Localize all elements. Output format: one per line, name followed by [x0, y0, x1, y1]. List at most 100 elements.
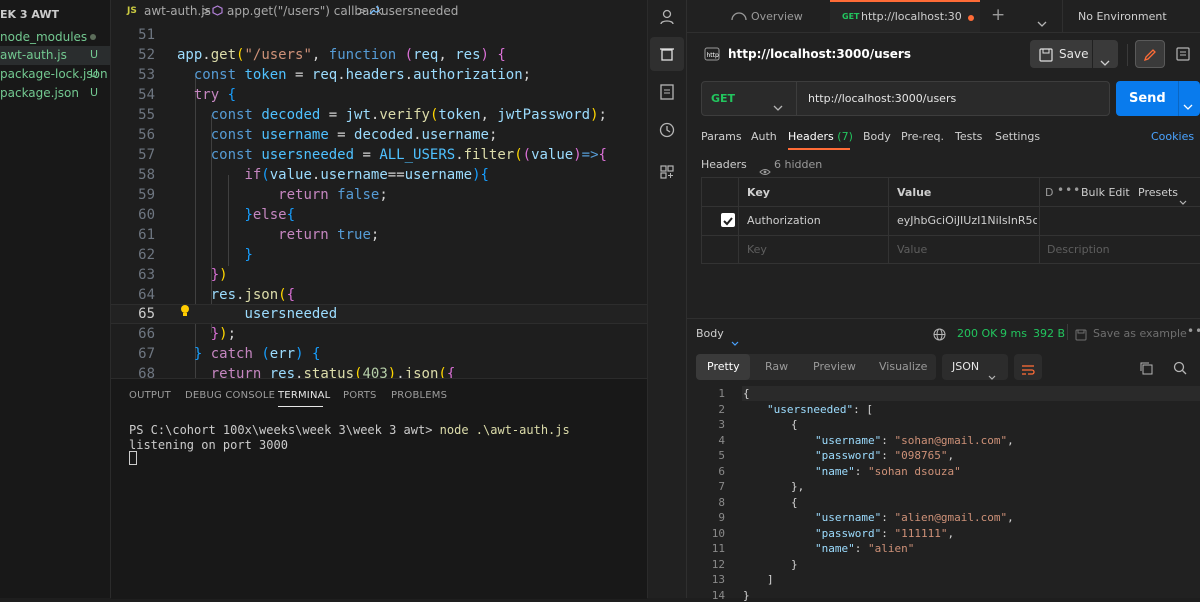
request-title[interactable]: http://localhost:3000/users: [728, 47, 911, 61]
tab-output[interactable]: OUTPUT: [129, 390, 171, 401]
chevron-down-icon[interactable]: [731, 331, 739, 350]
code-editor[interactable]: JS awt-auth.js > app.get("/users") callb…: [111, 0, 647, 378]
cookies-link[interactable]: Cookies: [1151, 130, 1194, 143]
save-split: [1092, 40, 1093, 68]
tab-headers[interactable]: Headers (7): [788, 130, 853, 143]
file-name: awt-auth.js: [0, 48, 67, 62]
tab-url: http://localhost:3000/u: [861, 10, 961, 23]
response-status[interactable]: 200 OK: [957, 327, 997, 340]
tab-tests[interactable]: Tests: [955, 130, 982, 143]
trash-icon[interactable]: [657, 44, 677, 64]
new-header-value-input[interactable]: Value: [897, 243, 927, 256]
file-explorer: EK 3 AWT node_modules awt-auth.js U pack…: [0, 0, 111, 598]
tab-method: GET: [842, 12, 860, 21]
breadcrumb: JS awt-auth.js > app.get("/users") callb…: [111, 0, 647, 22]
view-tab-raw[interactable]: Raw: [765, 360, 788, 373]
apps-grid-icon[interactable]: [657, 162, 677, 182]
lightbulb-icon[interactable]: [180, 303, 190, 317]
response-body-dropdown[interactable]: Body: [696, 327, 724, 340]
terminal-prompt: PS C:\cohort 100x\weeks\week 3\week 3 aw…: [129, 423, 440, 437]
document-icon[interactable]: [657, 82, 677, 102]
presets-button[interactable]: Presets: [1138, 186, 1178, 199]
response-divider: [687, 318, 1200, 319]
pencil-icon: [1143, 47, 1157, 66]
file-item-package-json[interactable]: package.json U: [0, 84, 110, 103]
documentation-icon[interactable]: [1175, 46, 1191, 66]
file-item-package-lock[interactable]: package-lock.json U: [0, 65, 110, 84]
chevron-down-icon[interactable]: [1183, 95, 1193, 114]
save-icon: [1039, 47, 1053, 66]
bottom-panel: OUTPUT DEBUG CONSOLE TERMINAL PORTS PROB…: [111, 378, 647, 599]
code-line: 66 });: [138, 326, 237, 342]
add-tab-button[interactable]: +: [991, 5, 1005, 25]
user-icon[interactable]: [657, 7, 677, 27]
send-button[interactable]: Send: [1129, 91, 1166, 106]
globe-icon[interactable]: [933, 326, 946, 345]
file-item-awt-auth[interactable]: awt-auth.js U: [0, 46, 110, 65]
wrap-lines-button[interactable]: [1014, 354, 1042, 380]
chevron-down-icon[interactable]: [1100, 51, 1110, 70]
view-tab-preview[interactable]: Preview: [813, 360, 856, 373]
url-input[interactable]: http://localhost:3000/users: [808, 92, 956, 105]
method-select[interactable]: GET: [711, 92, 735, 105]
tab-overview[interactable]: Overview: [751, 10, 803, 23]
tab-ports[interactable]: PORTS: [343, 390, 377, 401]
code-line: 61 return true;: [138, 227, 380, 243]
highlighted-line: [742, 386, 1200, 401]
save-button[interactable]: Save: [1059, 47, 1088, 61]
svg-text:http: http: [707, 52, 720, 59]
json-line: }: [743, 588, 750, 602]
header-key[interactable]: Authorization: [747, 214, 821, 227]
more-options-icon[interactable]: •••: [1057, 183, 1081, 197]
git-status: U: [89, 67, 98, 80]
column-separator: [701, 177, 702, 263]
column-header-value: Value: [897, 186, 932, 199]
postman-window: Overview GET http://localhost:3000/u + N…: [648, 0, 1200, 602]
header-value[interactable]: eyJhbGciOiJIUzI1NiIsInR5c...: [897, 214, 1037, 227]
response-json-viewer[interactable]: 1 2 3 4 5 6 7 8 9 10 11 12 13 14 { "user…: [687, 386, 1200, 602]
tab-debug-console[interactable]: DEBUG CONSOLE: [185, 390, 275, 401]
tab-prereq[interactable]: Pre-req.: [901, 130, 944, 143]
chevron-down-icon[interactable]: [1037, 12, 1047, 31]
json-line: {: [791, 418, 798, 431]
tab-auth[interactable]: Auth: [751, 130, 777, 143]
headers-count: (7): [837, 130, 853, 143]
url-bar-divider: [796, 82, 797, 115]
new-header-key-input[interactable]: Key: [747, 243, 767, 256]
format-select[interactable]: JSON: [942, 354, 1008, 380]
hidden-headers-toggle[interactable]: 6 hidden: [774, 158, 822, 171]
tab-body[interactable]: Body: [863, 130, 891, 143]
new-header-description-input[interactable]: Description: [1047, 243, 1110, 256]
table-border: [701, 177, 1200, 178]
column-header-description: D: [1045, 186, 1054, 199]
code-line: 64 res.json({: [138, 287, 296, 303]
breadcrumb-symbol[interactable]: usersneeded: [381, 4, 458, 18]
environment-select[interactable]: No Environment: [1078, 10, 1167, 23]
tab-params[interactable]: Params: [701, 130, 742, 143]
history-icon[interactable]: [657, 120, 677, 140]
edit-button[interactable]: [1135, 40, 1165, 68]
terminal-command: node .\awt-auth.js: [439, 423, 570, 437]
header-enabled-checkbox[interactable]: [721, 213, 735, 227]
file-item-node-modules[interactable]: node_modules: [0, 28, 110, 47]
tab-terminal[interactable]: TERMINAL: [278, 390, 330, 401]
search-icon[interactable]: [1173, 360, 1187, 379]
wrap-icon: [1021, 361, 1035, 380]
chevron-down-icon[interactable]: [1179, 190, 1187, 209]
wrench-icon: [368, 5, 380, 19]
json-line: "name": "alien": [815, 542, 915, 555]
response-time[interactable]: 9 ms: [1000, 327, 1027, 340]
response-size[interactable]: 392 B: [1033, 327, 1065, 340]
tab-problems[interactable]: PROBLEMS: [391, 390, 447, 401]
copy-icon[interactable]: [1139, 360, 1153, 379]
bulk-edit-button[interactable]: Bulk Edit: [1081, 186, 1130, 199]
active-request-tab[interactable]: GET http://localhost:3000/u: [830, 0, 980, 32]
chevron-down-icon[interactable]: [773, 96, 783, 115]
view-tab-pretty[interactable]: Pretty: [707, 360, 740, 373]
view-tab-visualize[interactable]: Visualize: [879, 360, 927, 373]
terminal-command-line[interactable]: PS C:\cohort 100x\weeks\week 3\week 3 aw…: [129, 423, 570, 437]
more-options-icon[interactable]: ••: [1187, 324, 1200, 338]
save-as-example-button[interactable]: Save as example: [1093, 327, 1187, 340]
tab-settings[interactable]: Settings: [995, 130, 1040, 143]
chevron-right-icon: >: [357, 4, 368, 18]
